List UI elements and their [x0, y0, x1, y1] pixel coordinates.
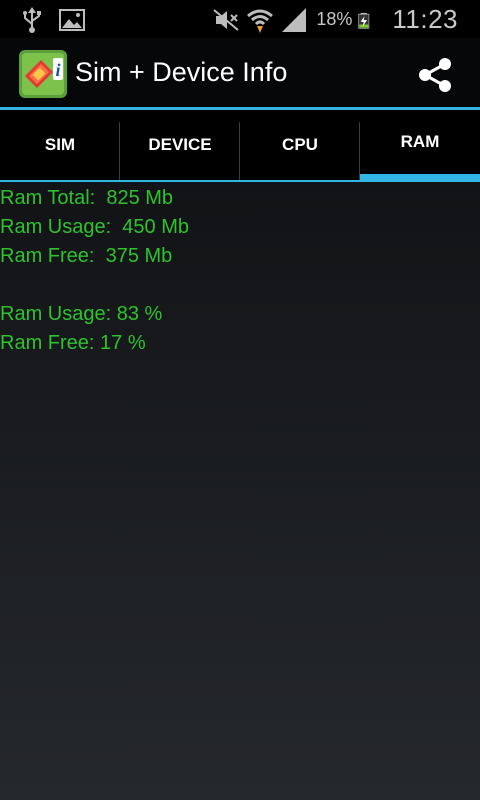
tab-label: CPU [282, 135, 318, 154]
status-bar: 18% 11:23 [0, 0, 480, 38]
share-icon[interactable] [416, 56, 454, 94]
wifi-icon [247, 9, 274, 33]
ram-usage-percent: Ram Usage: 83 % [0, 303, 163, 325]
svg-text:i: i [55, 60, 60, 80]
tab-label: DEVICE [148, 135, 212, 154]
tab-label: SIM [44, 135, 76, 154]
tab-ram[interactable]: RAM [360, 110, 480, 182]
sim-info-icon[interactable]: i [19, 50, 67, 98]
tab-cpu[interactable]: CPU [240, 110, 360, 182]
action-bar: i Sim + Device Info [0, 38, 480, 110]
tab-sim[interactable]: SIM [0, 110, 120, 182]
system-icons: 18% 11:23 [212, 4, 458, 35]
clock: 11:23 [392, 4, 458, 34]
usb-icon [23, 7, 41, 33]
signal-icon [282, 7, 307, 32]
ram-usage: Ram Usage: 450 Mb [0, 216, 189, 238]
mute-icon [213, 8, 239, 31]
ram-total: Ram Total: 825 Mb [0, 187, 174, 209]
tab-label: RAM [400, 132, 440, 151]
ram-free: Ram Free: 375 Mb [0, 245, 173, 267]
battery-percent: 18% [316, 9, 353, 29]
tab-device[interactable]: DEVICE [120, 110, 240, 182]
ram-info-panel: Ram Total: 825 Mb Ram Usage: 450 Mb Ram … [0, 184, 480, 358]
ram-free-percent: Ram Free: 17 % [0, 332, 146, 354]
notification-icons [18, 6, 86, 34]
app-title: Sim + Device Info [75, 57, 288, 87]
image-icon [59, 9, 85, 31]
tab-bar: SIM DEVICE CPU RAM [0, 110, 480, 182]
battery-charging-icon [358, 12, 370, 29]
